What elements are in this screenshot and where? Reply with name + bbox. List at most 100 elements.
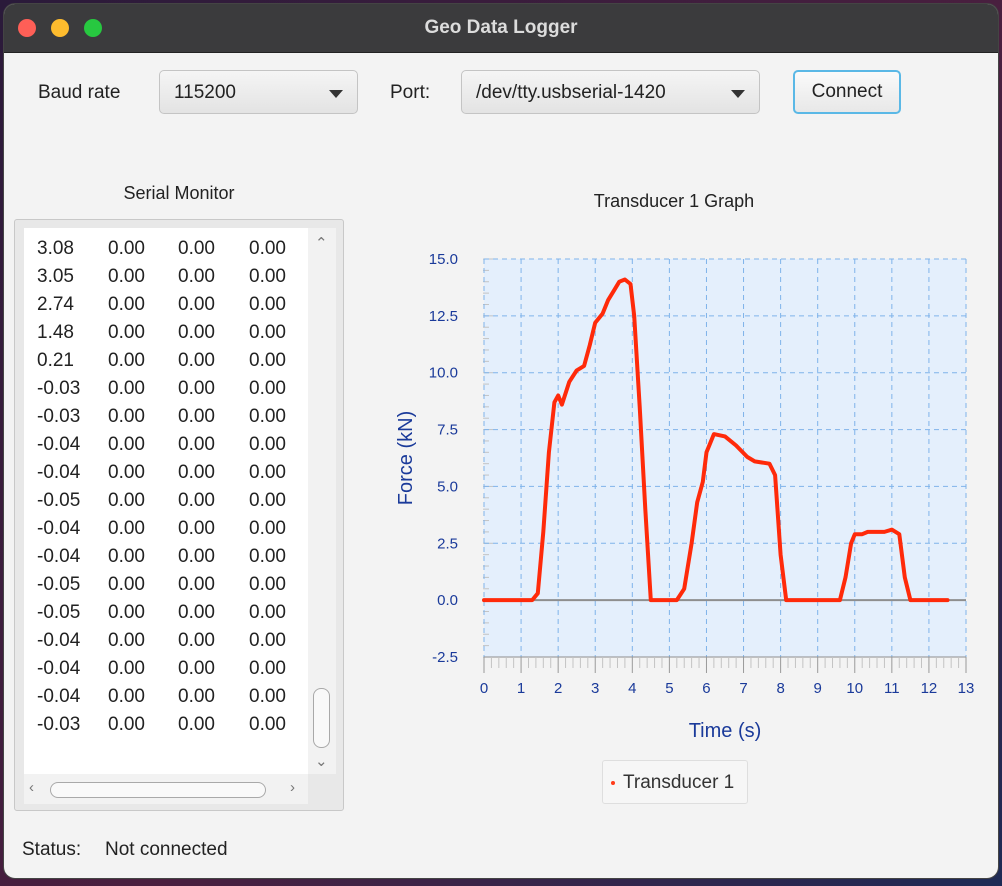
monitor-cell: -0.04 [37,462,81,483]
monitor-cell: 0.00 [178,518,215,539]
monitor-cell: 3.05 [37,266,74,287]
horizontal-scroll-thumb[interactable] [50,782,266,798]
chart-title: Transducer 1 Graph [593,191,755,211]
monitor-cell: 0.00 [178,350,215,371]
monitor-cell: 0.00 [178,406,215,427]
monitor-cell: 0.00 [249,406,286,427]
monitor-cell: 0.00 [108,462,145,483]
monitor-cell: 0.00 [108,406,145,427]
monitor-cell: -0.03 [37,406,81,427]
monitor-cell: 0.00 [178,546,215,567]
scroll-right-icon[interactable]: › [290,780,295,795]
monitor-cell: 0.00 [108,686,145,707]
vertical-scrollbar[interactable]: ⌃ ⌄ [308,228,336,774]
monitor-cell: 0.00 [249,490,286,511]
monitor-cell: 0.00 [249,714,286,735]
chart-legend: Transducer 1 [602,760,748,804]
title-bar: Geo Data Logger [4,4,998,53]
x-tick-label: 9 [814,680,822,697]
monitor-cell: 0.00 [249,434,286,455]
monitor-cell: -0.05 [37,574,81,595]
monitor-cell: 0.00 [108,574,145,595]
scroll-down-icon[interactable]: ⌄ [315,754,328,769]
monitor-cell: 0.00 [108,518,145,539]
monitor-cell: 3.08 [37,238,74,259]
status-value: Not connected [105,839,228,860]
port-label: Port: [390,82,431,103]
monitor-cell: 0.00 [108,714,145,735]
monitor-cell: 0.00 [178,574,215,595]
monitor-cell: 0.00 [249,462,286,483]
monitor-cell: 0.00 [108,490,145,511]
baud-rate-label: Baud rate [38,82,121,103]
y-tick-label: 5.0 [437,478,458,495]
port-select[interactable]: /dev/tty.usbserial-1420 [461,70,760,114]
monitor-cell: 0.00 [249,602,286,623]
x-tick-label: 0 [480,680,488,697]
monitor-cell: 0.00 [108,434,145,455]
app-window: Geo Data Logger Baud rate 115200 Port: /… [4,4,998,878]
monitor-cell: 0.00 [108,602,145,623]
monitor-cell: 0.00 [178,602,215,623]
monitor-cell: 0.00 [108,630,145,651]
baud-rate-select[interactable]: 115200 [159,70,358,114]
y-tick-label: 12.5 [429,308,458,325]
monitor-cell: 0.00 [108,322,145,343]
monitor-cell: 0.00 [249,518,286,539]
monitor-cell: 0.00 [178,658,215,679]
monitor-cell: 0.00 [108,350,145,371]
monitor-cell: 0.00 [178,322,215,343]
x-tick-label: 6 [702,680,710,697]
legend-marker [611,781,615,785]
monitor-cell: -0.04 [37,546,81,567]
y-tick-label: 0.0 [437,592,458,609]
scroll-up-icon[interactable]: ⌃ [315,236,328,251]
monitor-cell: 0.00 [249,630,286,651]
serial-monitor-text-area[interactable]: 3.08 0.00 0.00 0.00 3.05 0.00 0.00 0.00 2.74 0.00… [24,228,308,774]
monitor-cell: -0.03 [37,378,81,399]
chevron-down-icon [329,90,343,98]
monitor-cell: 0.00 [249,546,286,567]
monitor-cell: 0.00 [108,294,145,315]
x-tick-label: 2 [554,680,562,697]
y-axis-label: Force (kN) [395,411,417,505]
monitor-cell: 0.00 [249,574,286,595]
y-tick-label: 2.5 [437,535,458,552]
monitor-cell: 0.00 [178,266,215,287]
horizontal-scrollbar[interactable]: ‹ › [24,774,308,804]
connect-button[interactable]: Connect [793,70,901,114]
x-tick-label: 13 [958,680,975,697]
monitor-cell: -0.03 [37,714,81,735]
chevron-down-icon [731,90,745,98]
monitor-cell: 0.00 [249,686,286,707]
monitor-cell: -0.05 [37,490,81,511]
monitor-cell: 0.00 [178,714,215,735]
monitor-cell: -0.04 [37,434,81,455]
monitor-cell: 0.00 [249,350,286,371]
monitor-cell: 2.74 [37,294,74,315]
monitor-cell: 0.21 [37,350,74,371]
vertical-scroll-thumb[interactable] [313,688,330,748]
window-title: Geo Data Logger [424,17,578,38]
serial-monitor-title: Serial Monitor [123,183,235,203]
y-tick-label: 7.5 [437,422,458,439]
baud-rate-value: 115200 [174,82,236,103]
x-tick-label: 3 [591,680,599,697]
monitor-cell: 0.00 [178,238,215,259]
monitor-cell: 0.00 [249,266,286,287]
x-tick-label: 4 [628,680,636,697]
y-tick-label: 15.0 [429,251,458,268]
monitor-cell: -0.04 [37,630,81,651]
x-tick-label: 10 [846,680,863,697]
monitor-cell: 0.00 [249,378,286,399]
transducer-chart: 0 1 2 3 4 5 6 7 8 9 10 11 12 1315.012.510.07.55.02.50… [395,251,975,742]
status-label: Status: [22,839,82,860]
legend-label: Transducer 1 [623,772,735,793]
monitor-cell: 0.00 [178,462,215,483]
monitor-cell: 0.00 [108,238,145,259]
x-tick-label: 5 [665,680,673,697]
scroll-left-icon[interactable]: ‹ [29,780,34,795]
monitor-cell: -0.04 [37,686,81,707]
port-value: /dev/tty.usbserial-1420 [476,82,666,103]
x-axis-label: Time (s) [689,720,762,742]
